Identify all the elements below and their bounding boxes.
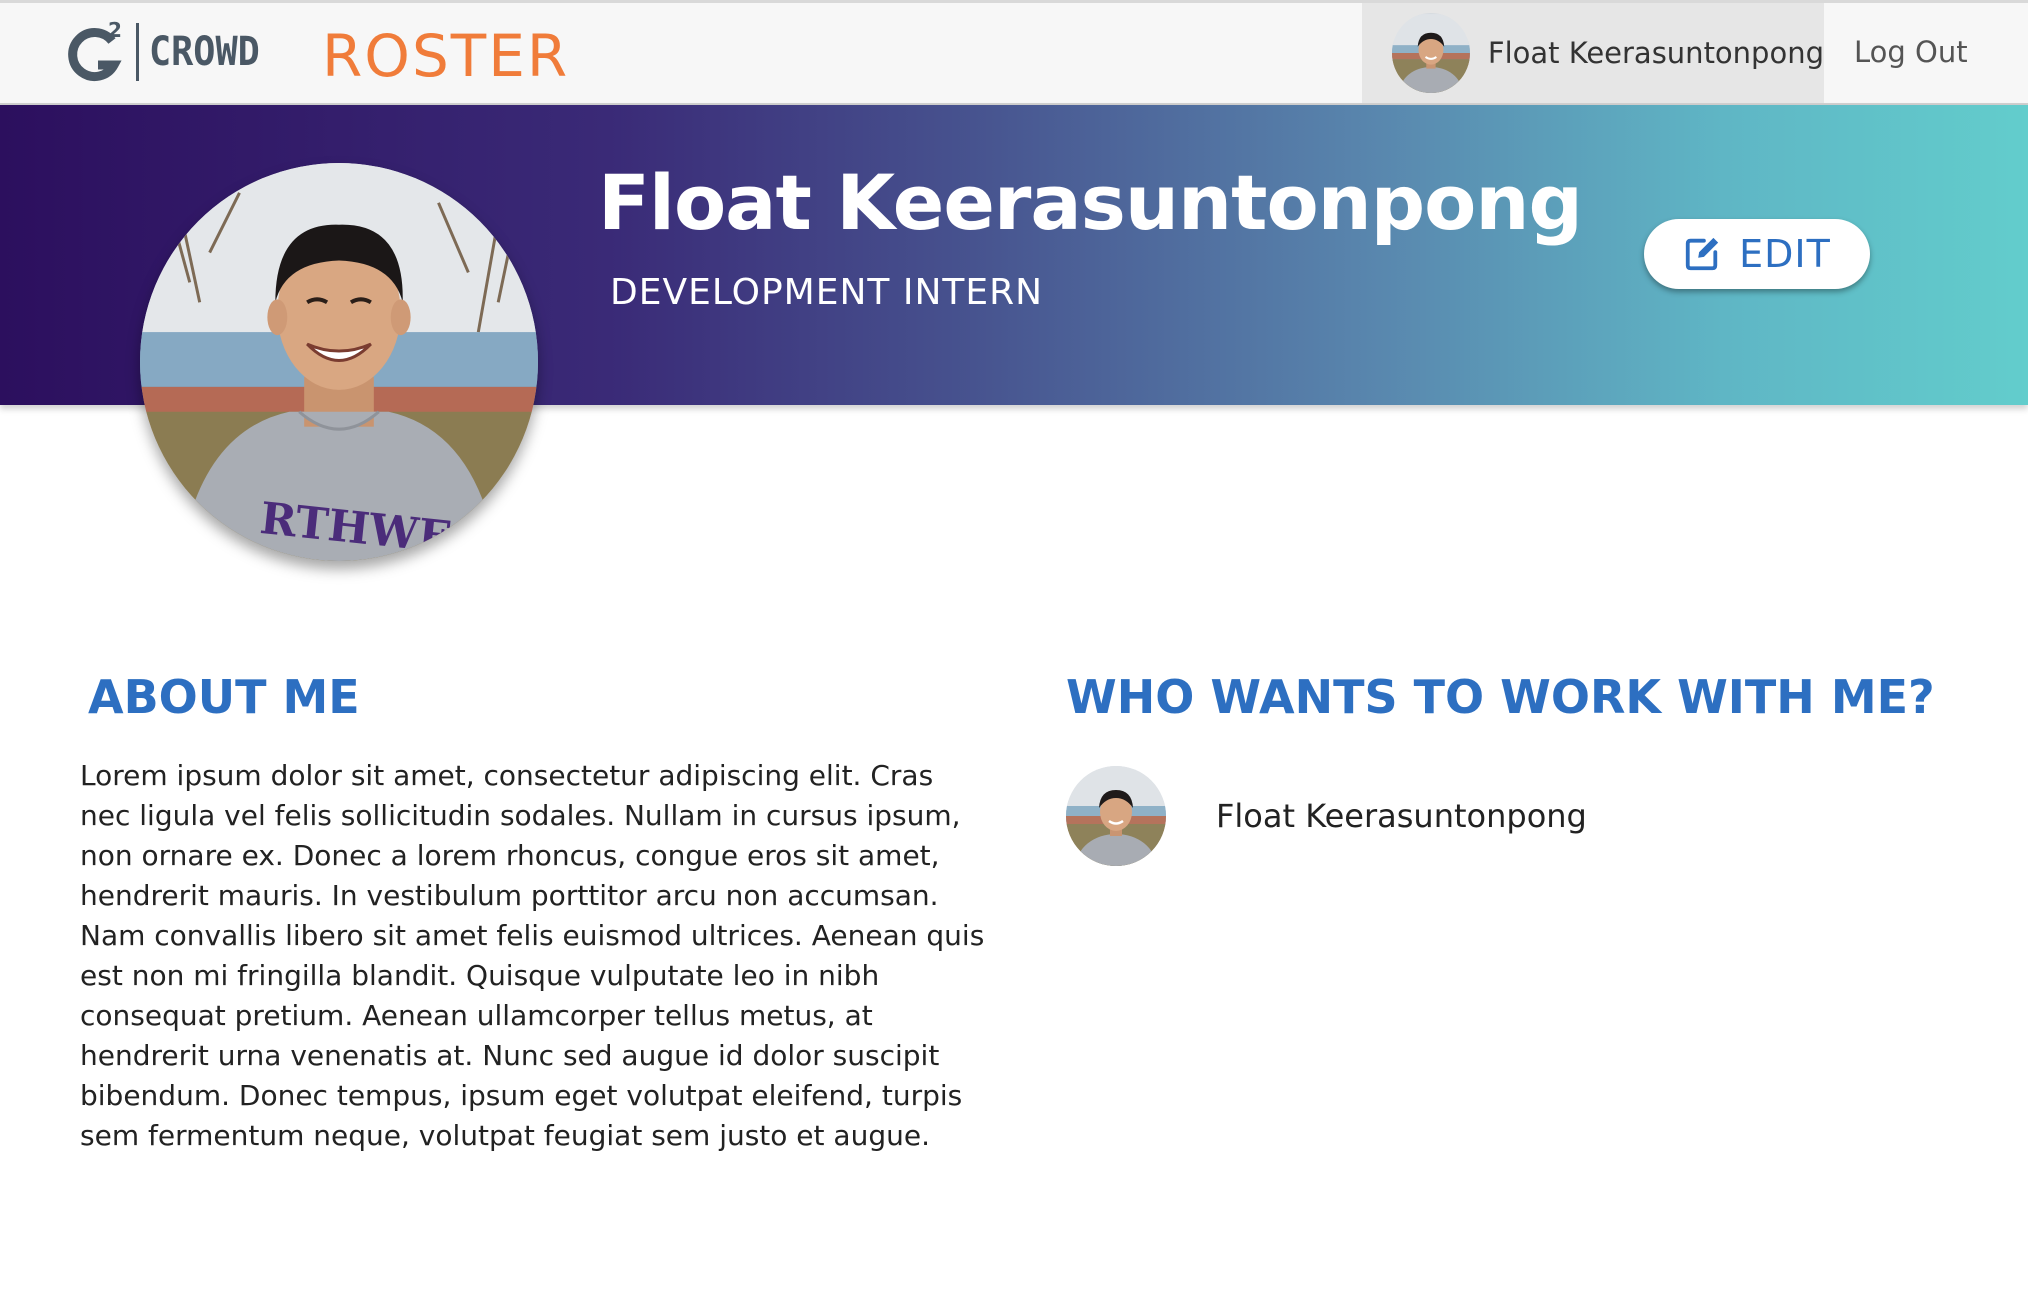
edit-button-label: EDIT [1739, 232, 1831, 276]
collaborators-heading: WHO WANTS TO WORK WITH ME? [1066, 670, 1935, 724]
profile-photo: RTHWESTERN [140, 163, 538, 561]
about-me-heading: ABOUT ME [88, 670, 360, 724]
profile-job-title: DEVELOPMENT INTERN [610, 272, 1044, 313]
logout-link[interactable]: Log Out [1854, 35, 1968, 69]
svg-text:2: 2 [108, 18, 122, 42]
app-title[interactable]: ROSTER [322, 21, 569, 91]
collaborator-name: Float Keerasuntonpong [1216, 797, 1587, 835]
top-navbar: 2 CROWD ROSTER Float Keerasuntonpong Log… [0, 0, 2028, 105]
user-avatar [1392, 13, 1470, 93]
logo-wordmark: CROWD [149, 29, 260, 75]
user-menu[interactable]: Float Keerasuntonpong [1362, 3, 1824, 103]
collaborator-avatar [1066, 766, 1166, 866]
g2-logo-icon: 2 [66, 17, 128, 87]
about-me-text: Lorem ipsum dolor sit amet, consectetur … [80, 759, 985, 1152]
profile-name: Float Keerasuntonpong [598, 158, 1583, 247]
collaborator-item[interactable]: Float Keerasuntonpong [1066, 766, 1587, 866]
logo-divider [136, 23, 139, 81]
user-menu-name: Float Keerasuntonpong [1487, 36, 1824, 70]
edit-icon [1685, 237, 1719, 271]
g2-crowd-logo[interactable]: 2 CROWD [66, 17, 269, 87]
edit-profile-button[interactable]: EDIT [1644, 219, 1870, 289]
